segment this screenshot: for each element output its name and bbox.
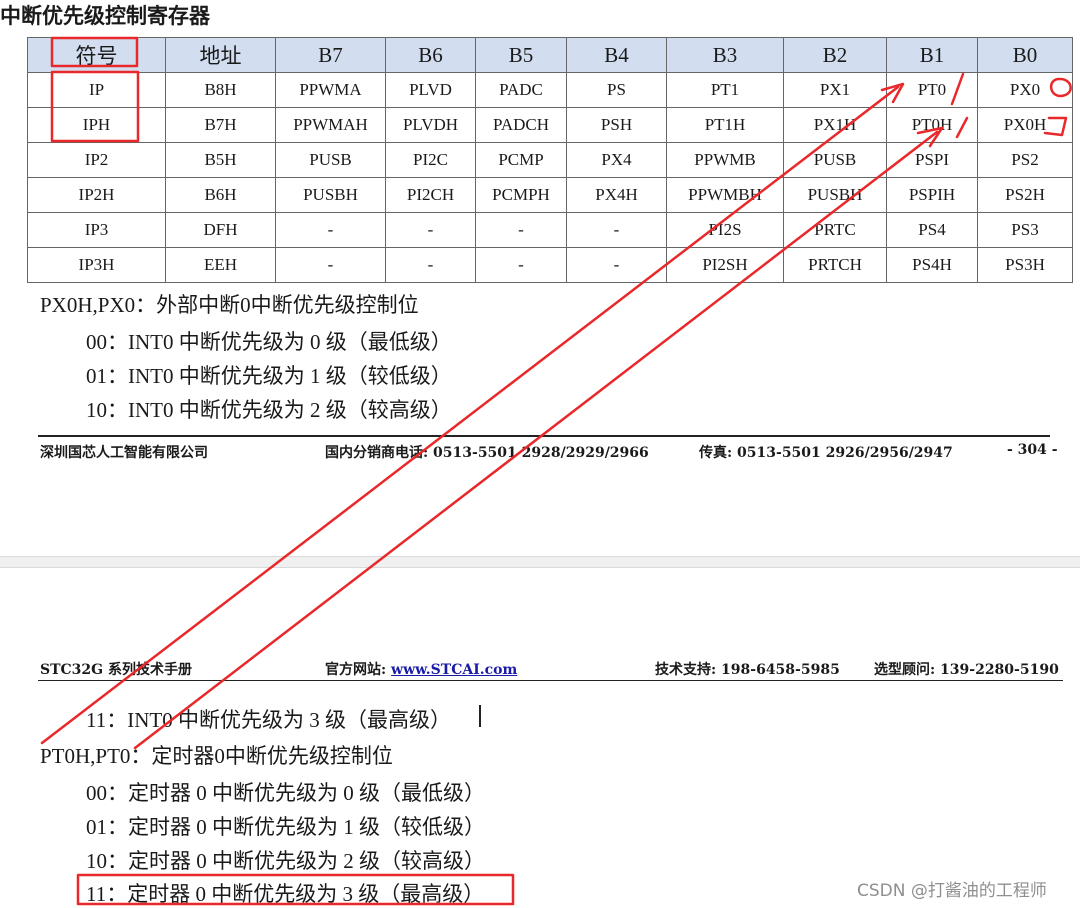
arrow-line-to-pt0h (133, 130, 939, 750)
arrowhead-pt0-icon (880, 82, 905, 104)
mark-pt0-slash (950, 72, 965, 106)
red-annotations (40, 36, 1072, 906)
mark-px0-circle (1049, 77, 1072, 98)
highlight-box-ip-iph (50, 70, 140, 143)
mark-px0h-bracket (1043, 116, 1068, 137)
mark-pt0h-slash (955, 116, 969, 139)
highlight-box-symbol-header (50, 36, 139, 68)
arrow-line-to-pt0 (40, 85, 900, 745)
highlight-box-pt0-line-11 (76, 873, 515, 906)
